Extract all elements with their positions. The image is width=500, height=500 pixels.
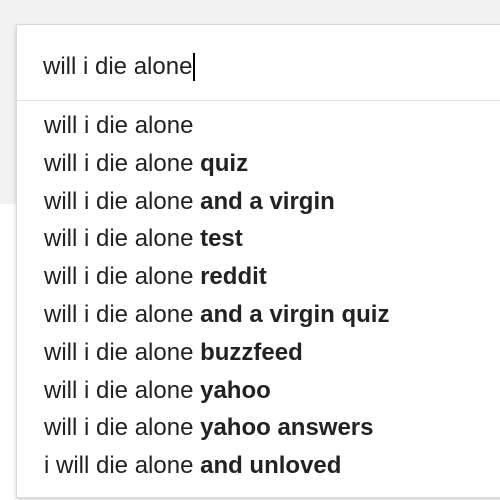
page: will i die alone will i die alone will i… <box>0 0 500 500</box>
suggestion-prefix: i will die alone <box>44 452 201 480</box>
suggestion-completion: test <box>200 225 243 253</box>
suggestion-prefix: will i die alone <box>44 414 201 442</box>
search-input[interactable]: will i die alone <box>43 53 195 81</box>
suggestion-completion: buzzfeed <box>200 338 303 366</box>
search-input-row[interactable]: will i die alone <box>17 25 500 101</box>
suggestion-item[interactable]: will i die alone yahoo <box>17 372 500 410</box>
suggestion-prefix: will i die alone <box>44 338 201 366</box>
suggestion-completion: and a virgin quiz <box>200 300 390 328</box>
search-input-text: will i die alone <box>43 53 193 80</box>
suggestion-prefix: will i die alone <box>44 112 194 139</box>
suggestion-prefix: will i die alone <box>44 225 201 253</box>
suggestion-item[interactable]: will i die alone and a virgin quiz <box>17 296 500 334</box>
suggestion-completion: and a virgin <box>200 187 335 215</box>
suggestion-item[interactable]: i will die alone and unloved <box>17 447 500 485</box>
suggestion-item[interactable]: will i die alone buzzfeed <box>17 334 500 372</box>
suggestion-completion: reddit <box>200 263 267 291</box>
suggestion-prefix: will i die alone <box>44 300 201 328</box>
suggestion-prefix: will i die alone <box>44 263 201 291</box>
suggestion-item[interactable]: will i die alone yahoo answers <box>17 409 500 447</box>
suggestion-item[interactable]: will i die alone test <box>17 220 500 258</box>
suggestion-completion: quiz <box>200 149 249 177</box>
autocomplete-suggestion-list: will i die alone will i die alone quiz w… <box>17 107 500 485</box>
suggestion-completion: yahoo <box>200 376 271 404</box>
search-box: will i die alone will i die alone will i… <box>16 24 500 498</box>
suggestion-item[interactable]: will i die alone and a virgin <box>17 183 500 221</box>
suggestion-prefix: will i die alone <box>44 376 201 404</box>
suggestion-item[interactable]: will i die alone <box>17 107 500 145</box>
suggestion-completion: yahoo answers <box>200 414 374 442</box>
suggestion-completion: and unloved <box>200 452 342 480</box>
suggestion-item[interactable]: will i die alone reddit <box>17 258 500 296</box>
suggestion-item[interactable]: will i die alone quiz <box>17 145 500 183</box>
suggestion-prefix: will i die alone <box>44 187 201 215</box>
text-cursor <box>193 53 195 81</box>
suggestion-prefix: will i die alone <box>44 149 201 177</box>
